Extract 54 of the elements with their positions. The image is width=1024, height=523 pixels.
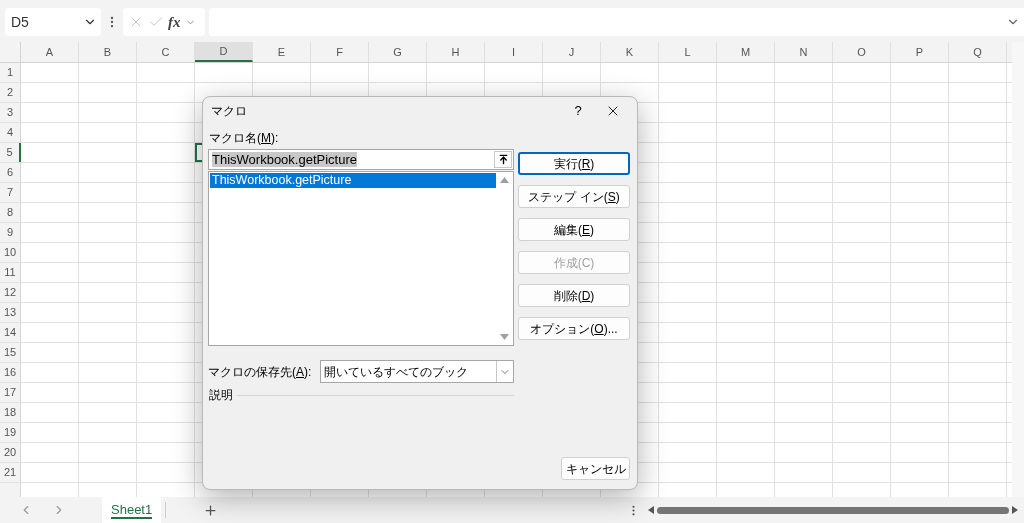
row-header[interactable]: 14 <box>0 323 21 342</box>
dialog-title: マクロ <box>211 103 248 120</box>
column-header[interactable]: E <box>253 42 311 62</box>
column-header[interactable]: G <box>369 42 427 62</box>
row-header[interactable]: 8 <box>0 203 21 222</box>
column-header[interactable]: K <box>601 42 659 62</box>
column-header[interactable]: I <box>485 42 543 62</box>
macro-name-label: マクロ名(M): <box>208 130 280 147</box>
macro-name-field[interactable]: ThisWorkbook.getPicture <box>208 149 514 170</box>
description-label: 説明 <box>208 387 234 404</box>
row-header[interactable]: 18 <box>0 403 21 422</box>
cancel-button[interactable]: キャンセル <box>561 457 630 480</box>
row-header[interactable]: 15 <box>0 343 21 362</box>
column-header[interactable]: N <box>775 42 833 62</box>
row-header[interactable]: 9 <box>0 223 21 242</box>
column-header[interactable]: O <box>833 42 891 62</box>
store-dropdown[interactable]: 開いているすべてのブック <box>320 360 514 383</box>
sheet-tab[interactable]: Sheet1 <box>102 497 162 523</box>
row-header[interactable]: 20 <box>0 443 21 462</box>
column-header[interactable]: J <box>543 42 601 62</box>
column-header[interactable]: F <box>311 42 369 62</box>
column-header[interactable]: D <box>195 42 253 62</box>
insert-function-button[interactable]: fx <box>168 10 181 34</box>
row-header[interactable]: 4 <box>0 123 21 142</box>
column-header[interactable]: P <box>891 42 949 62</box>
column-header[interactable]: B <box>79 42 137 62</box>
column-header[interactable]: M <box>717 42 775 62</box>
dialog-button[interactable]: 実行(R) <box>518 152 630 175</box>
row-header[interactable]: 3 <box>0 103 21 122</box>
column-header[interactable]: L <box>659 42 717 62</box>
macro-list-item[interactable]: ThisWorkbook.getPicture <box>210 173 496 188</box>
row-header[interactable]: 13 <box>0 303 21 322</box>
dialog-button[interactable]: ステップ イン(S) <box>518 185 630 208</box>
row-header[interactable]: 1 <box>0 63 21 82</box>
row-header[interactable]: 21 <box>0 463 21 482</box>
column-header[interactable]: H <box>427 42 485 62</box>
dialog-button[interactable]: オプション(O)... <box>518 317 630 340</box>
row-header[interactable]: 16 <box>0 363 21 382</box>
store-label: マクロの保存先(A): <box>208 363 313 381</box>
row-header[interactable]: 12 <box>0 283 21 302</box>
row-header[interactable]: 6 <box>0 163 21 182</box>
row-header[interactable]: 19 <box>0 423 21 442</box>
help-button[interactable]: ? <box>563 99 593 123</box>
column-header[interactable]: A <box>21 42 79 62</box>
row-header[interactable]: 11 <box>0 263 21 282</box>
row-header[interactable]: 10 <box>0 243 21 262</box>
name-box[interactable]: D5 <box>5 8 101 36</box>
row-header[interactable]: 5 <box>0 143 21 162</box>
dialog-button[interactable]: 編集(E) <box>518 218 630 241</box>
row-header[interactable]: 2 <box>0 83 21 102</box>
column-header[interactable]: Q <box>949 42 1007 62</box>
row-header[interactable]: 17 <box>0 383 21 402</box>
row-header[interactable]: 7 <box>0 183 21 202</box>
dialog-button[interactable]: 削除(D) <box>518 284 630 307</box>
